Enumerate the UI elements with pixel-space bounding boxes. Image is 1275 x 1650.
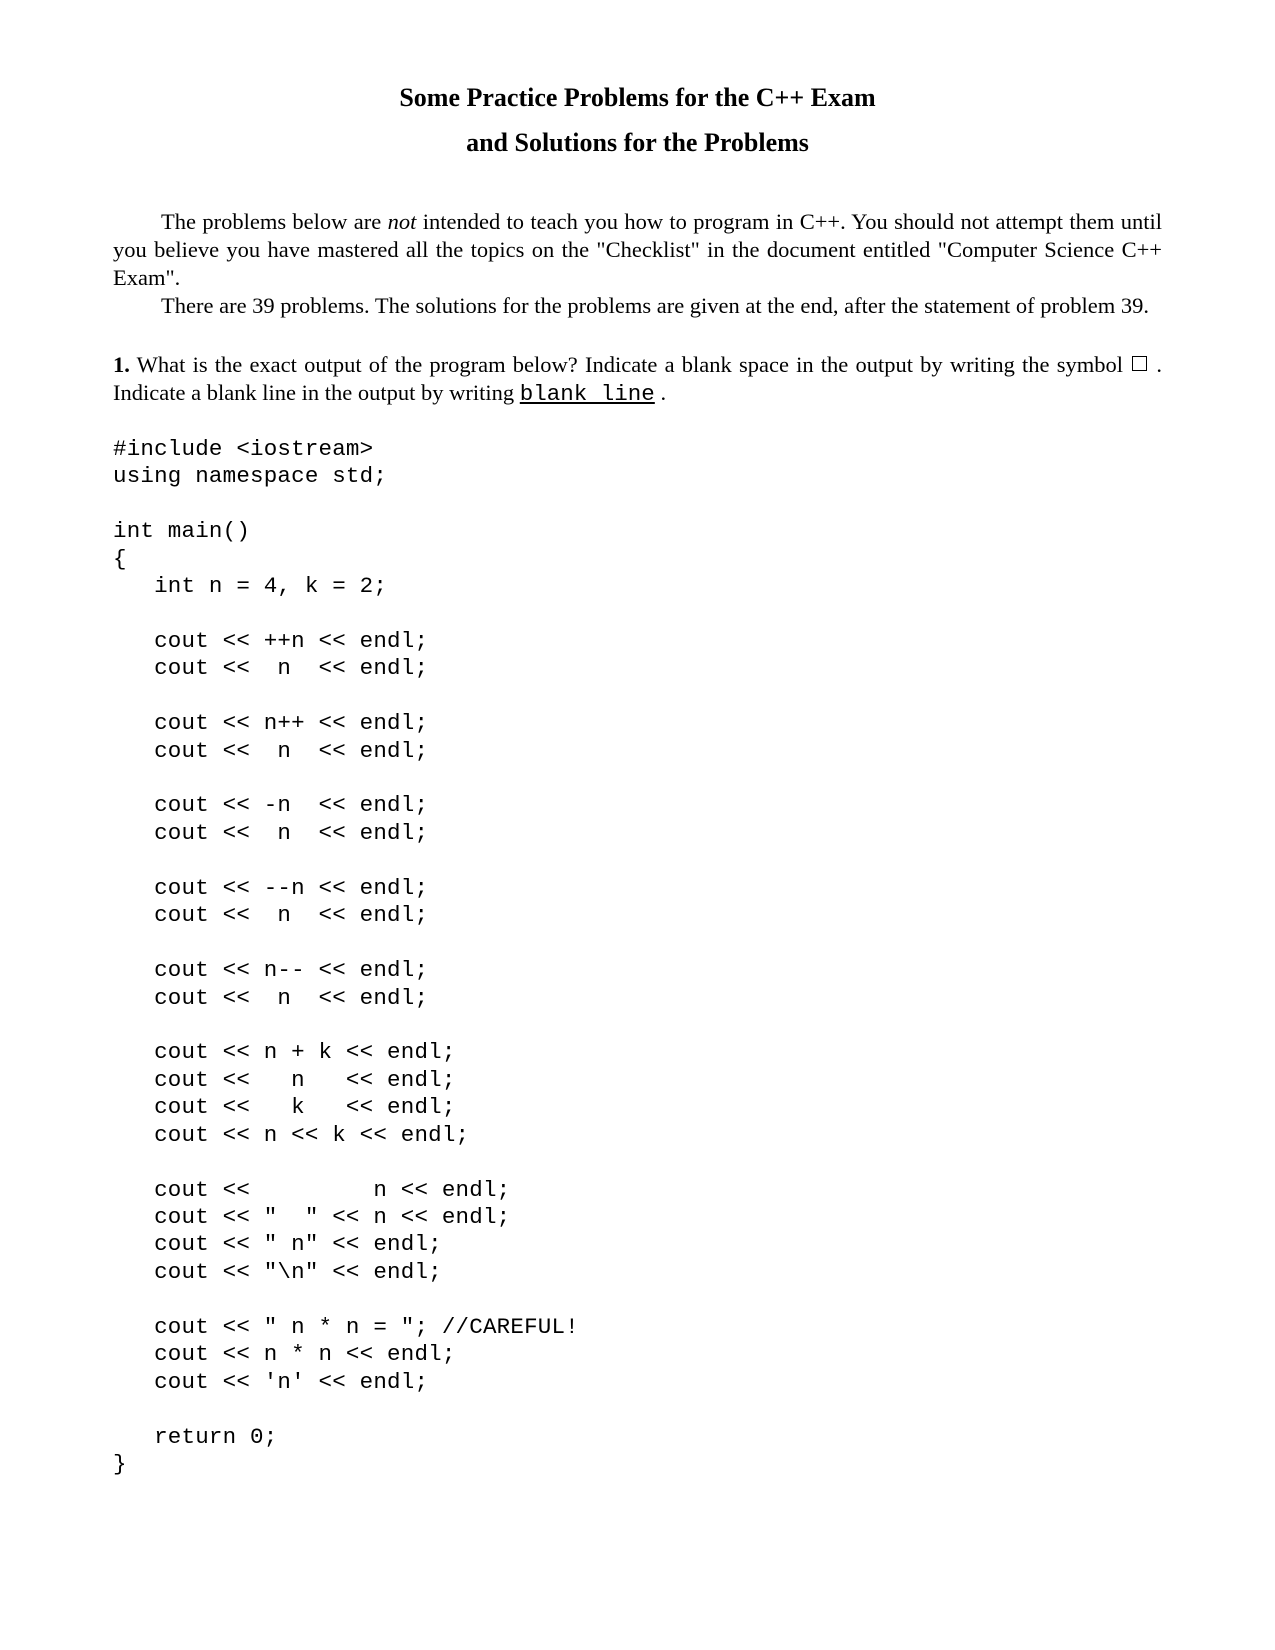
code-block: #include <iostream> using namespace std;… [113,436,1162,1479]
blank-line-label: blank line [520,381,655,407]
intro-paragraph-2: There are 39 problems. The solutions for… [113,292,1162,320]
document-subtitle: and Solutions for the Problems [113,128,1162,158]
question-1: 1. What is the exact output of the progr… [113,351,1162,408]
para1-a: The problems below are [161,209,388,234]
document-title: Some Practice Problems for the C++ Exam [113,83,1162,113]
question-text-c: . [655,380,666,405]
page: Some Practice Problems for the C++ Exam … [0,0,1275,1553]
question-text-a: What is the exact output of the program … [130,352,1130,377]
question-number: 1. [113,352,130,377]
para1-not: not [388,209,417,234]
spacer [113,321,1162,351]
intro-paragraph-1: The problems below are not intended to t… [113,208,1162,292]
blank-square-icon [1132,356,1147,371]
